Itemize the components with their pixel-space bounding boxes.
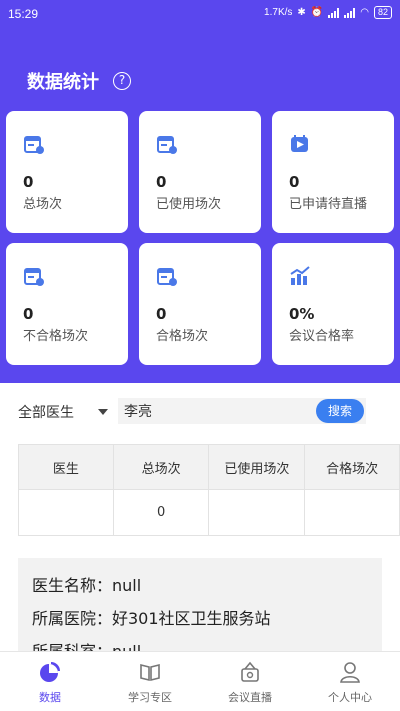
calendar-fail-icon <box>24 268 44 286</box>
stat-card-pass-rate[interactable]: 0% 会议合格率 <box>272 243 394 365</box>
stat-value: 0 <box>289 173 300 191</box>
alarm-icon: ⏰ <box>310 7 324 18</box>
doctor-name: 医生名称：null <box>32 576 142 595</box>
stat-value: 0% <box>289 305 315 323</box>
stat-card-qualified[interactable]: 0 合格场次 <box>139 243 261 365</box>
stat-card-used[interactable]: 0 已使用场次 <box>139 111 261 233</box>
column-header: 医生 <box>18 444 114 490</box>
table-cell <box>304 489 400 536</box>
stats-table: 医生 总场次 已使用场次 合格场次 0 <box>18 444 400 536</box>
search-button[interactable]: 搜索 <box>316 399 364 423</box>
page-title-row: 数据统计 ? <box>27 68 131 94</box>
book-icon <box>140 663 160 682</box>
chevron-down-icon[interactable] <box>98 409 108 415</box>
stat-value: 0 <box>156 173 167 191</box>
doctor-info-panel: 医生名称：null 所属医院：好301社区卫生服务站 所属科室：null <box>18 558 382 654</box>
stat-label: 合格场次 <box>156 329 209 344</box>
tab-profile[interactable]: 个人中心 <box>300 652 400 711</box>
stat-label: 总场次 <box>23 197 63 212</box>
column-header: 合格场次 <box>304 444 400 490</box>
table-header-row: 医生 总场次 已使用场次 合格场次 <box>18 444 400 490</box>
status-icons: 1.7K/s ✱ ⏰ ◠ 82 <box>264 6 392 19</box>
user-icon <box>340 662 360 683</box>
help-icon[interactable]: ? <box>113 72 131 90</box>
bottom-tab-bar: 数据 学习专区 会议直播 个人中心 <box>0 651 400 711</box>
stat-label: 已申请待直播 <box>289 197 368 212</box>
calendar-check-icon <box>157 136 177 154</box>
bluetooth-icon: ✱ <box>297 7 306 18</box>
column-header: 总场次 <box>112 444 210 490</box>
stat-card-unqualified[interactable]: 0 不合格场次 <box>6 243 128 365</box>
stat-value: 0 <box>23 305 34 323</box>
table-cell <box>208 489 306 536</box>
calendar-stats-icon <box>24 136 44 154</box>
pie-chart-icon <box>40 662 60 682</box>
page-title: 数据统计 <box>27 72 99 93</box>
tab-study[interactable]: 学习专区 <box>100 652 200 711</box>
tab-label: 会议直播 <box>228 691 272 704</box>
tab-label: 数据 <box>39 691 61 704</box>
tab-live-meeting[interactable]: 会议直播 <box>200 652 300 711</box>
status-bar: 15:29 1.7K/s ✱ ⏰ ◠ 82 <box>0 0 400 28</box>
signal-icon <box>328 7 340 18</box>
filter-bar: 全部医生 搜索 <box>0 396 400 428</box>
stat-value: 0 <box>156 305 167 323</box>
bar-chart-icon <box>290 266 310 285</box>
tab-data[interactable]: 数据 <box>0 652 100 711</box>
stat-label: 不合格场次 <box>23 329 89 344</box>
battery-icon: 82 <box>373 6 392 19</box>
stat-label: 已使用场次 <box>156 197 222 212</box>
doctor-hospital: 所属医院：好301社区卫生服务站 <box>32 609 271 628</box>
wifi-icon: ◠ <box>360 7 369 18</box>
network-speed: 1.7K/s <box>264 7 293 18</box>
signal-icon-2 <box>344 7 356 18</box>
status-time: 15:29 <box>8 7 39 21</box>
calendar-pass-icon <box>157 268 177 286</box>
table-row[interactable]: 0 <box>18 489 400 536</box>
table-cell <box>18 489 114 536</box>
table-cell: 0 <box>112 489 210 536</box>
stat-label: 会议合格率 <box>289 329 355 344</box>
stat-card-total[interactable]: 0 总场次 <box>6 111 128 233</box>
column-header: 已使用场次 <box>208 444 306 490</box>
doctor-select[interactable]: 全部医生 <box>18 402 74 422</box>
video-play-icon <box>291 135 308 152</box>
tab-label: 个人中心 <box>328 691 372 704</box>
live-meeting-icon <box>241 661 259 682</box>
tab-label: 学习专区 <box>128 691 172 704</box>
stat-card-pending-live[interactable]: 0 已申请待直播 <box>272 111 394 233</box>
stat-value: 0 <box>23 173 34 191</box>
